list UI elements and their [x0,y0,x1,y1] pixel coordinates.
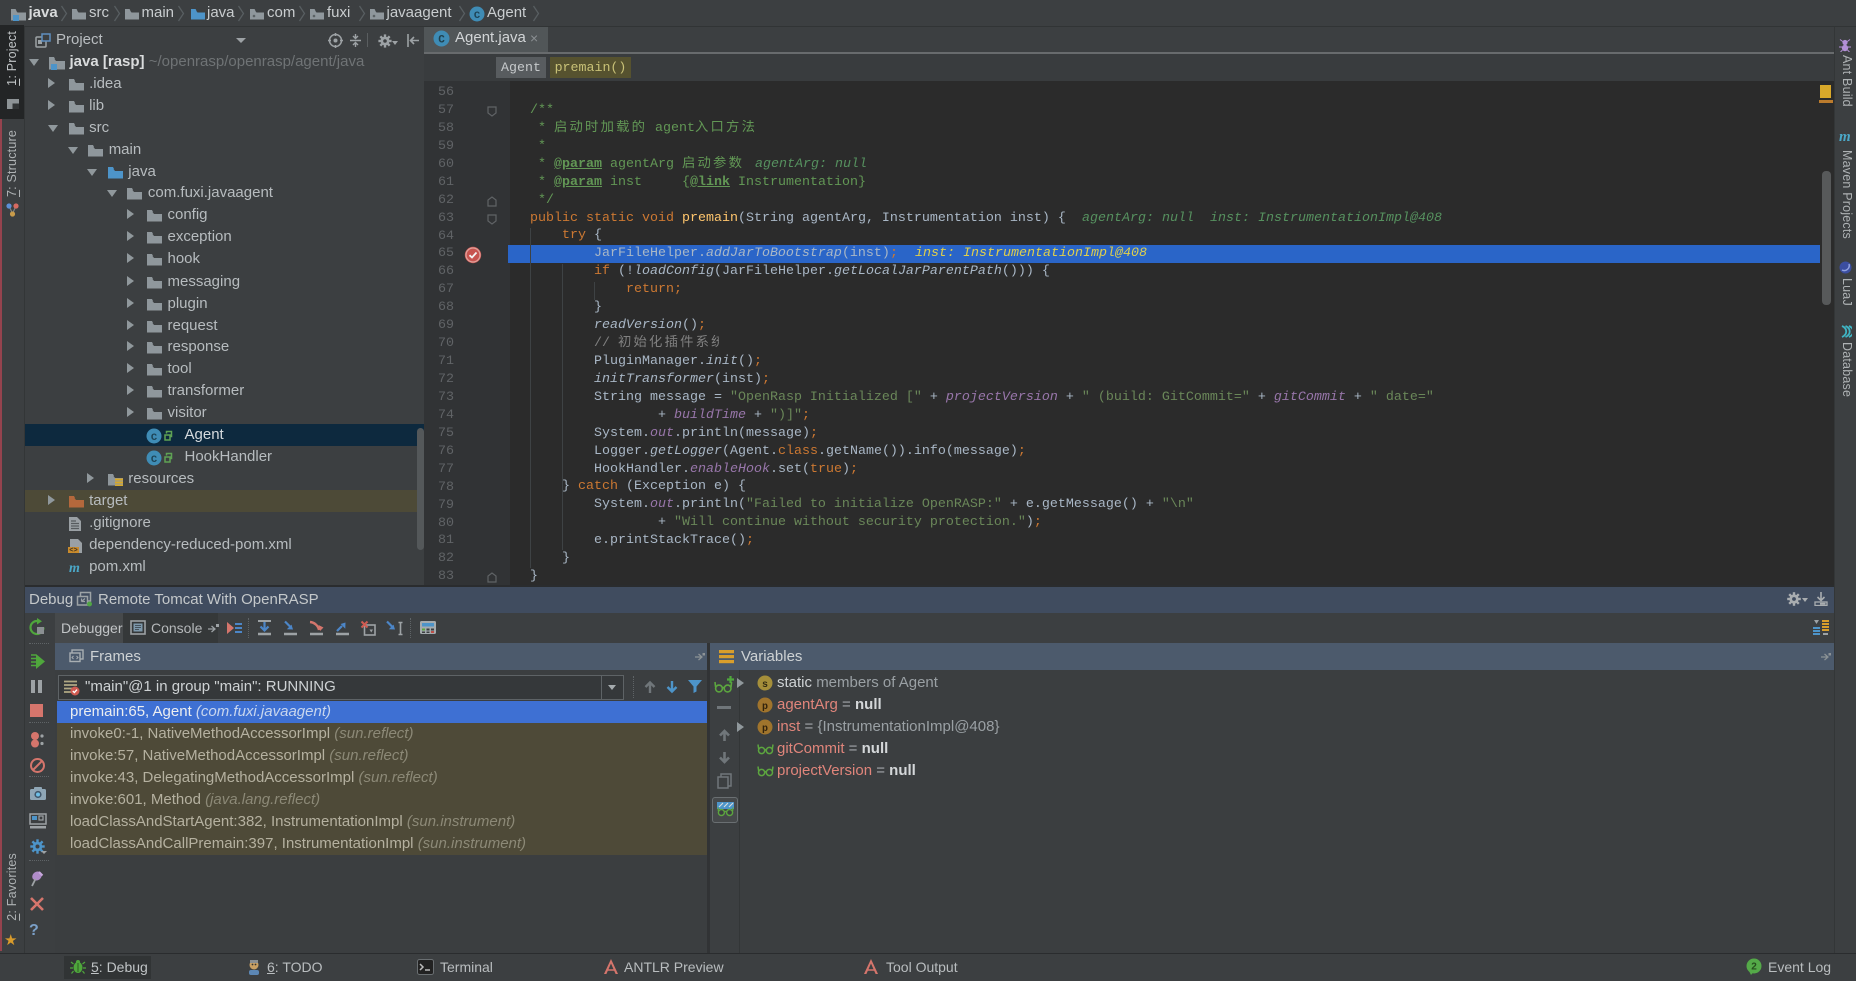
svg-text:p: p [762,724,768,735]
svg-text:<>: <> [69,547,77,554]
svg-text:m: m [69,561,80,574]
svg-text:C: C [151,432,158,444]
svg-text:?: ? [29,922,39,938]
svg-text:C: C [151,454,158,466]
svg-text:p: p [762,702,768,713]
svg-text:2: 2 [1751,962,1757,973]
svg-text:s: s [762,680,768,691]
svg-text:C: C [438,35,445,47]
svg-text:C: C [474,10,481,22]
